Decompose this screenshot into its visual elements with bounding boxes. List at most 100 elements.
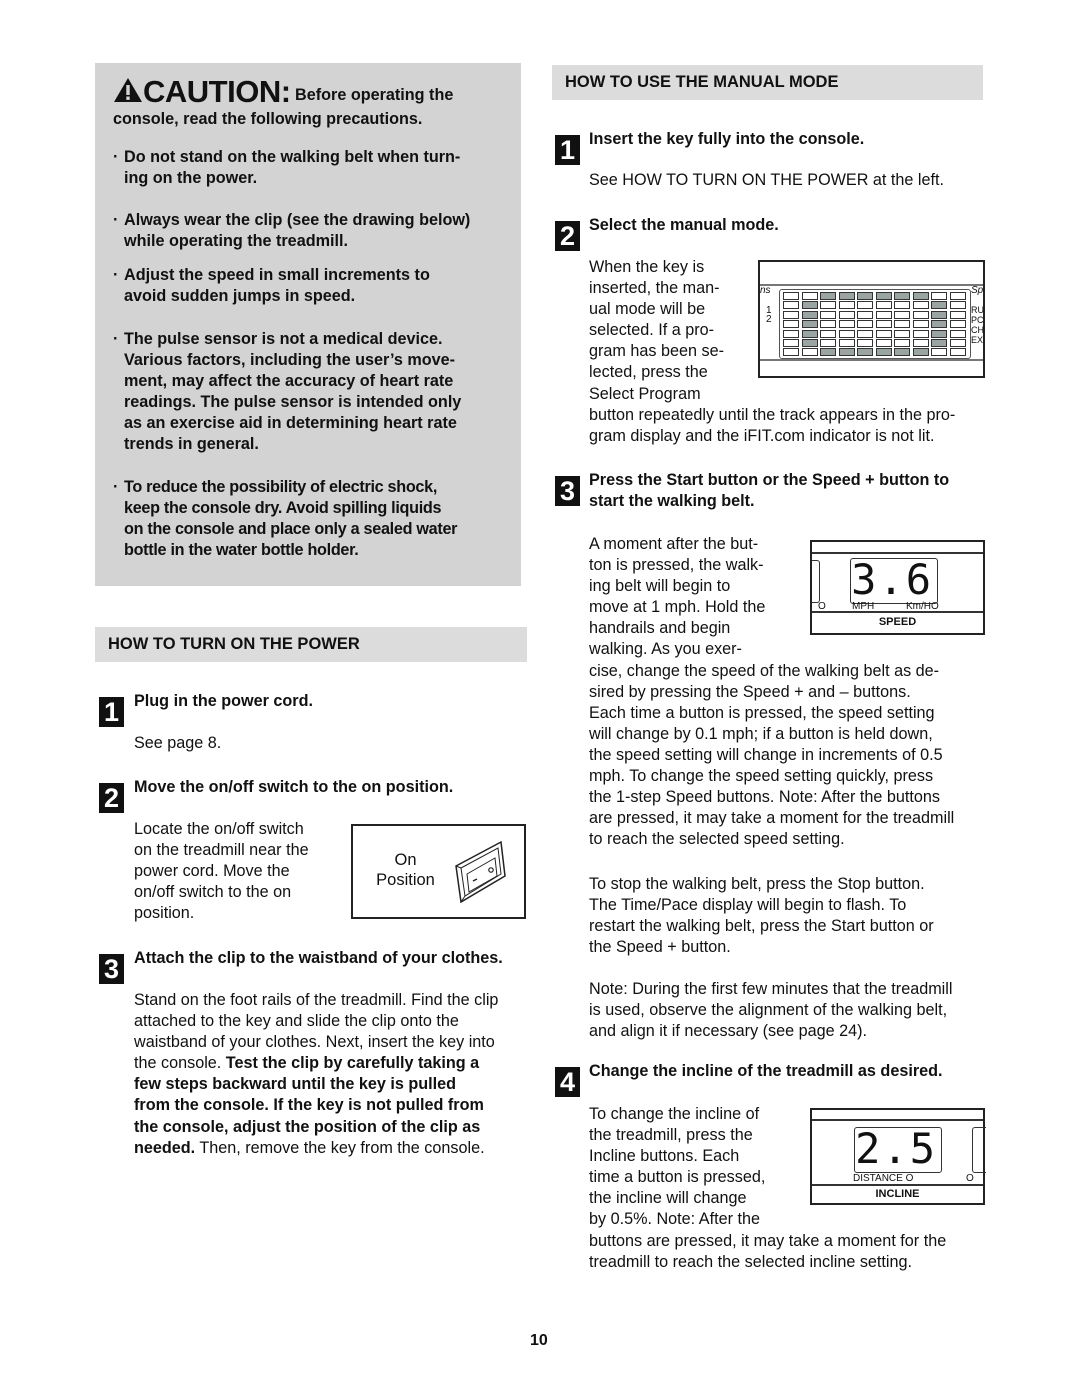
- track-segment: [820, 329, 836, 338]
- track-segment: [820, 320, 836, 329]
- track-segment: [783, 292, 799, 300]
- warning-triangle-icon: [113, 77, 143, 109]
- step-number: 1: [99, 697, 124, 727]
- track-segment: [838, 310, 855, 319]
- step-number: 3: [555, 476, 580, 506]
- left-label: ns: [760, 285, 771, 296]
- incline-display-figure: 2.5 DISTANCE O O INCLINE: [810, 1108, 986, 1205]
- step-body: Stand on the foot rails of the treadmill…: [134, 991, 499, 1157]
- on-position-figure: On Position: [351, 824, 526, 919]
- unit-kmh: Km/HO: [906, 601, 939, 612]
- track-segment: [894, 310, 910, 319]
- step-title: Plug in the power cord.: [134, 692, 313, 710]
- track-segment: [894, 301, 910, 310]
- indicator: O: [966, 1173, 974, 1184]
- track-segment: [838, 348, 855, 357]
- track-segment: [894, 320, 910, 329]
- track-segment: [894, 292, 910, 300]
- track-segment: [857, 339, 873, 347]
- step-note: Note: During the first few minutes that …: [589, 980, 953, 1041]
- track-segment: [820, 301, 836, 310]
- track-segment: [931, 310, 947, 319]
- track-segment: [783, 339, 799, 347]
- step-title: Select the manual mode.: [589, 216, 779, 234]
- step-title: Insert the key fully into the console.: [589, 130, 865, 148]
- track-segment: [820, 310, 836, 319]
- divider: [760, 359, 983, 361]
- track-segment: [838, 301, 855, 310]
- step-number: 3: [99, 954, 124, 984]
- track-segment: [838, 339, 855, 347]
- caution-box: CAUTION: Before operating the console, r…: [95, 63, 521, 586]
- track-segment: [801, 292, 818, 300]
- track-segment: [912, 301, 929, 310]
- track-segment: [875, 301, 892, 310]
- track-segment: [894, 339, 910, 347]
- step-body: Locate the on/off switch on the treadmill…: [134, 820, 309, 923]
- track-segment: [857, 348, 873, 357]
- track-segment: [931, 292, 947, 300]
- section-header-power: HOW TO TURN ON THE POWER: [95, 627, 527, 662]
- caution-bullet: · Always wear the clip (see the drawing b…: [113, 211, 471, 251]
- track-segment: [857, 292, 873, 300]
- track-segment: [783, 320, 799, 329]
- track-segment: [912, 310, 929, 319]
- track-segment: [838, 329, 855, 338]
- track-segment: [783, 329, 799, 338]
- track-segment: [912, 292, 929, 300]
- program-grid: [779, 289, 971, 359]
- track-segment: [857, 320, 873, 329]
- track-segment: [949, 339, 966, 347]
- track-segment: [894, 348, 910, 357]
- page-number: 10: [530, 1332, 548, 1349]
- track-segment: [875, 310, 892, 319]
- track-segment: [820, 292, 836, 300]
- track-segment: [820, 348, 836, 357]
- incline-value: 2.5: [855, 1124, 937, 1173]
- track-segment: [838, 292, 855, 300]
- track-segment: [949, 320, 966, 329]
- track-segment: [949, 301, 966, 310]
- step-title: Attach the clip to the waistband of your…: [134, 949, 503, 967]
- track-segment: [801, 320, 818, 329]
- track-segment: [820, 339, 836, 347]
- caution-subtitle-cont: console, read the following precautions.: [113, 110, 423, 128]
- divider: [760, 284, 983, 286]
- divider: [812, 611, 983, 613]
- track-segment: [931, 320, 947, 329]
- step-title: Change the incline of the treadmill as d…: [589, 1062, 943, 1080]
- track-segment: [875, 329, 892, 338]
- track-segment: [838, 320, 855, 329]
- track-segment: [931, 301, 947, 310]
- figure-label: On Position: [376, 851, 435, 889]
- adjacent-display: [972, 1127, 986, 1173]
- track-segment: [801, 339, 818, 347]
- left-label: 2: [766, 314, 772, 325]
- step-number: 2: [555, 221, 580, 251]
- step-number: 1: [555, 135, 580, 165]
- step-body: See page 8.: [134, 734, 222, 752]
- right-label: Sp: [971, 285, 984, 296]
- track-segment: [783, 348, 799, 357]
- track-segment: [875, 320, 892, 329]
- track-segment: [875, 292, 892, 300]
- incline-label: INCLINE: [875, 1188, 920, 1200]
- divider: [812, 1119, 983, 1121]
- speed-value: 3.6: [851, 555, 933, 604]
- track-segment: [783, 301, 799, 310]
- track-segment: [875, 348, 892, 357]
- right-labels: RU PC CH EX: [971, 305, 984, 345]
- step-paragraph: To stop the walking belt, press the Stop…: [589, 875, 934, 957]
- caution-subtitle: Before operating the: [295, 86, 454, 104]
- track-segment: [801, 348, 818, 357]
- track-segment: [801, 310, 818, 319]
- caution-bullet: · Adjust the speed in small increments to…: [113, 266, 430, 306]
- caution-heading: CAUTION: Before operating the console, r…: [113, 74, 513, 130]
- adjacent-display: [812, 560, 820, 603]
- track-segment: [894, 329, 910, 338]
- track-segment: [801, 301, 818, 310]
- track-segment: [949, 310, 966, 319]
- incline-lcd: 2.5: [854, 1124, 942, 1173]
- caution-title: CAUTION:: [143, 74, 291, 109]
- track-segment: [931, 348, 947, 357]
